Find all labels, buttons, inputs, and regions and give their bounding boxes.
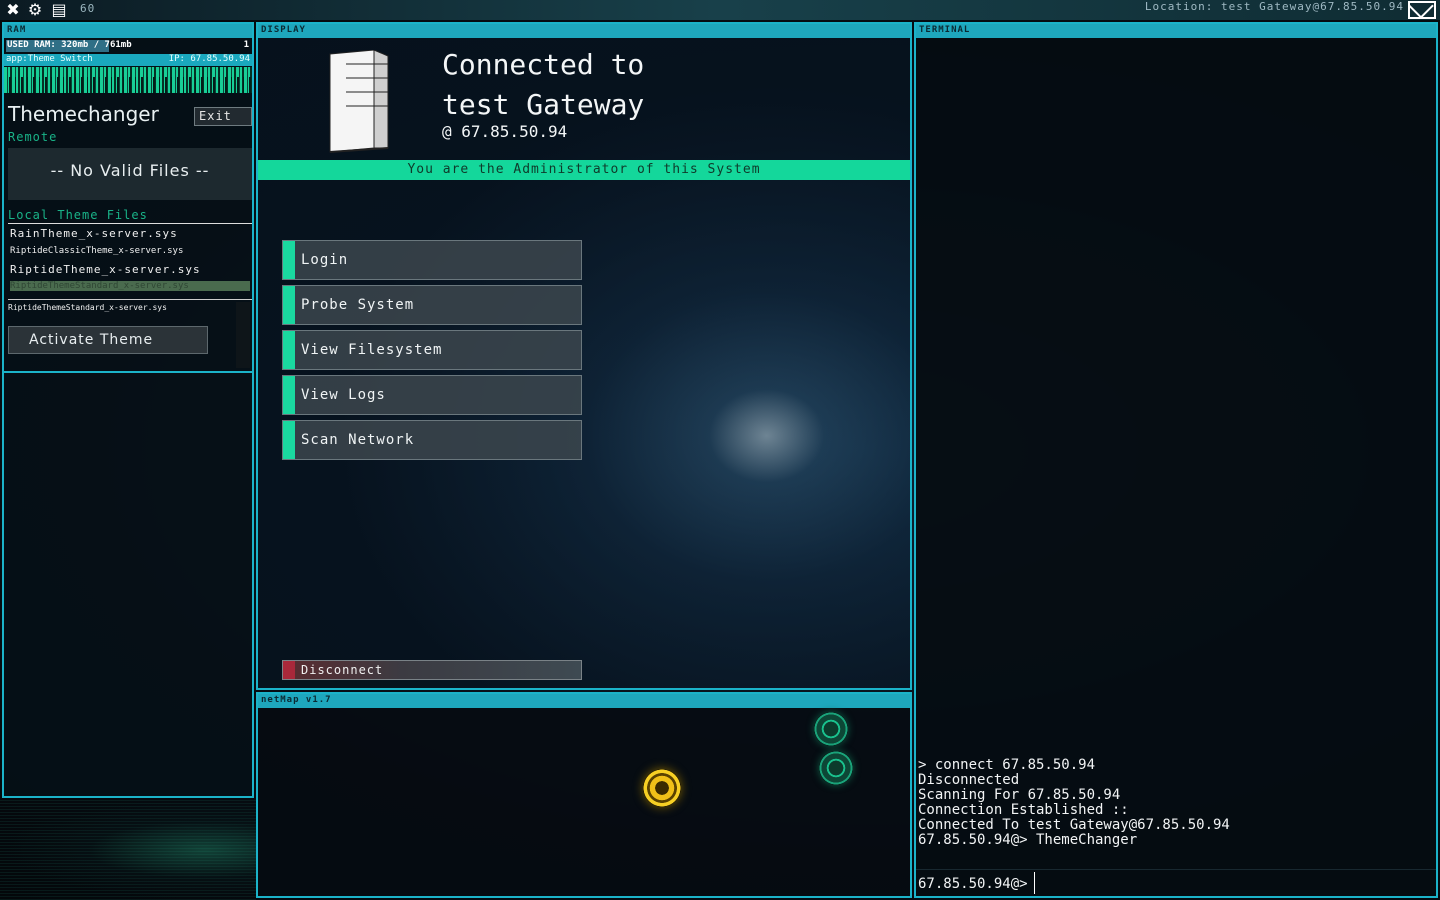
network-node[interactable]: [814, 712, 848, 746]
terminal-prompt[interactable]: 67.85.50.94@>: [918, 876, 1028, 892]
exit-button[interactable]: Exit: [194, 107, 252, 126]
ram-usage: USED RAM: 320mb / 761mb 1: [6, 39, 252, 53]
ram-noise-visual: [0, 800, 256, 900]
divider: [4, 371, 252, 373]
top-bar: ✖ ⚙ ▤ 60 Location: test Gateway@67.85.50…: [0, 0, 1440, 20]
view-logs-button[interactable]: View Logs: [282, 375, 582, 415]
ram-usage-label: USED RAM: 320mb / 761mb: [7, 40, 132, 50]
terminal-header-label: TERMINAL: [919, 25, 971, 35]
game-screen: ✖ ⚙ ▤ 60 Location: test Gateway@67.85.50…: [0, 0, 1440, 900]
ram-process-count: 1: [243, 40, 249, 50]
terminal-line: Connected To test Gateway@67.85.50.94: [918, 817, 1230, 833]
terminal-line: 67.85.50.94@> ThemeChanger: [918, 832, 1138, 848]
mail-icon[interactable]: [1408, 1, 1436, 19]
scrollbar[interactable]: [236, 302, 250, 368]
file-item[interactable]: RiptideClassicTheme_x-server.sys: [10, 246, 183, 256]
app-ip-label: IP: 67.85.50.94: [168, 54, 250, 64]
netmap-header-label: netMap v1.7: [261, 695, 332, 705]
terminal-output: > connect 67.85.50.94 Disconnected Scann…: [918, 758, 1230, 848]
divider: [8, 299, 252, 300]
display-panel-header: DISPLAY: [258, 24, 910, 38]
file-item-selected[interactable]: RiptideThemeStandard_x-server.sys: [10, 281, 250, 291]
terminal-line: Scanning For 67.85.50.94: [918, 787, 1121, 803]
view-filesystem-button[interactable]: View Filesystem: [282, 330, 582, 370]
display-panel: DISPLAY Connected to test Gateway @ 67.8…: [256, 22, 912, 690]
netmap-panel-header: netMap v1.7: [258, 694, 910, 708]
connected-title-line1: Connected to: [442, 48, 645, 81]
location-label: Location: test Gateway@67.85.50.94: [1144, 0, 1404, 13]
network-node[interactable]: [819, 751, 853, 785]
ram-panel-header: RAM: [4, 24, 252, 38]
selected-file-label: RiptideThemeStandard_x-server.sys: [8, 303, 167, 312]
file-item[interactable]: RiptideTheme_x-server.sys: [10, 263, 201, 276]
notes-icon[interactable]: ▤: [50, 1, 68, 19]
terminal-cursor: [1034, 872, 1035, 894]
ram-header-label: RAM: [7, 25, 27, 35]
app-header: app:Theme Switch IP: 67.85.50.94: [4, 54, 252, 66]
app-activity-wave: [4, 67, 252, 93]
gear-icon[interactable]: ⚙: [26, 1, 44, 19]
disconnect-button[interactable]: Disconnect: [282, 660, 582, 680]
home-node[interactable]: [643, 769, 681, 807]
terminal-panel: TERMINAL > connect 67.85.50.94 Disconnec…: [914, 22, 1438, 898]
remote-label: Remote: [8, 130, 58, 144]
local-files-label: Local Theme Files: [8, 208, 148, 222]
scan-network-button[interactable]: Scan Network: [282, 420, 582, 460]
file-item[interactable]: RainTheme_x-server.sys: [10, 227, 178, 240]
divider: [8, 223, 252, 224]
terminal-line: > connect 67.85.50.94: [918, 757, 1096, 773]
terminal-line: Disconnected: [918, 772, 1020, 788]
probe-system-button[interactable]: Probe System: [282, 285, 582, 325]
app-name-label: app:Theme Switch: [6, 54, 93, 64]
no-valid-files-box: -- No Valid Files --: [8, 148, 252, 200]
display-header-label: DISPLAY: [261, 25, 306, 35]
divider: [916, 869, 1436, 870]
terminal-panel-header: TERMINAL: [916, 24, 1436, 38]
connected-ip: @ 67.85.50.94: [442, 122, 568, 141]
connected-title-line2: test Gateway: [442, 88, 645, 121]
ram-panel: RAM USED RAM: 320mb / 761mb 1 app:Theme …: [2, 22, 254, 798]
fps-counter: 60: [80, 2, 96, 15]
close-icon[interactable]: ✖: [4, 1, 22, 19]
login-button[interactable]: Login: [282, 240, 582, 280]
app-title: Themechanger: [8, 102, 159, 126]
netmap-panel: netMap v1.7: [256, 692, 912, 898]
activate-theme-button[interactable]: Activate Theme: [8, 326, 208, 354]
terminal-line: Connection Established ::: [918, 802, 1129, 818]
server-icon: [329, 50, 389, 153]
admin-banner: You are the Administrator of this System: [258, 160, 910, 180]
